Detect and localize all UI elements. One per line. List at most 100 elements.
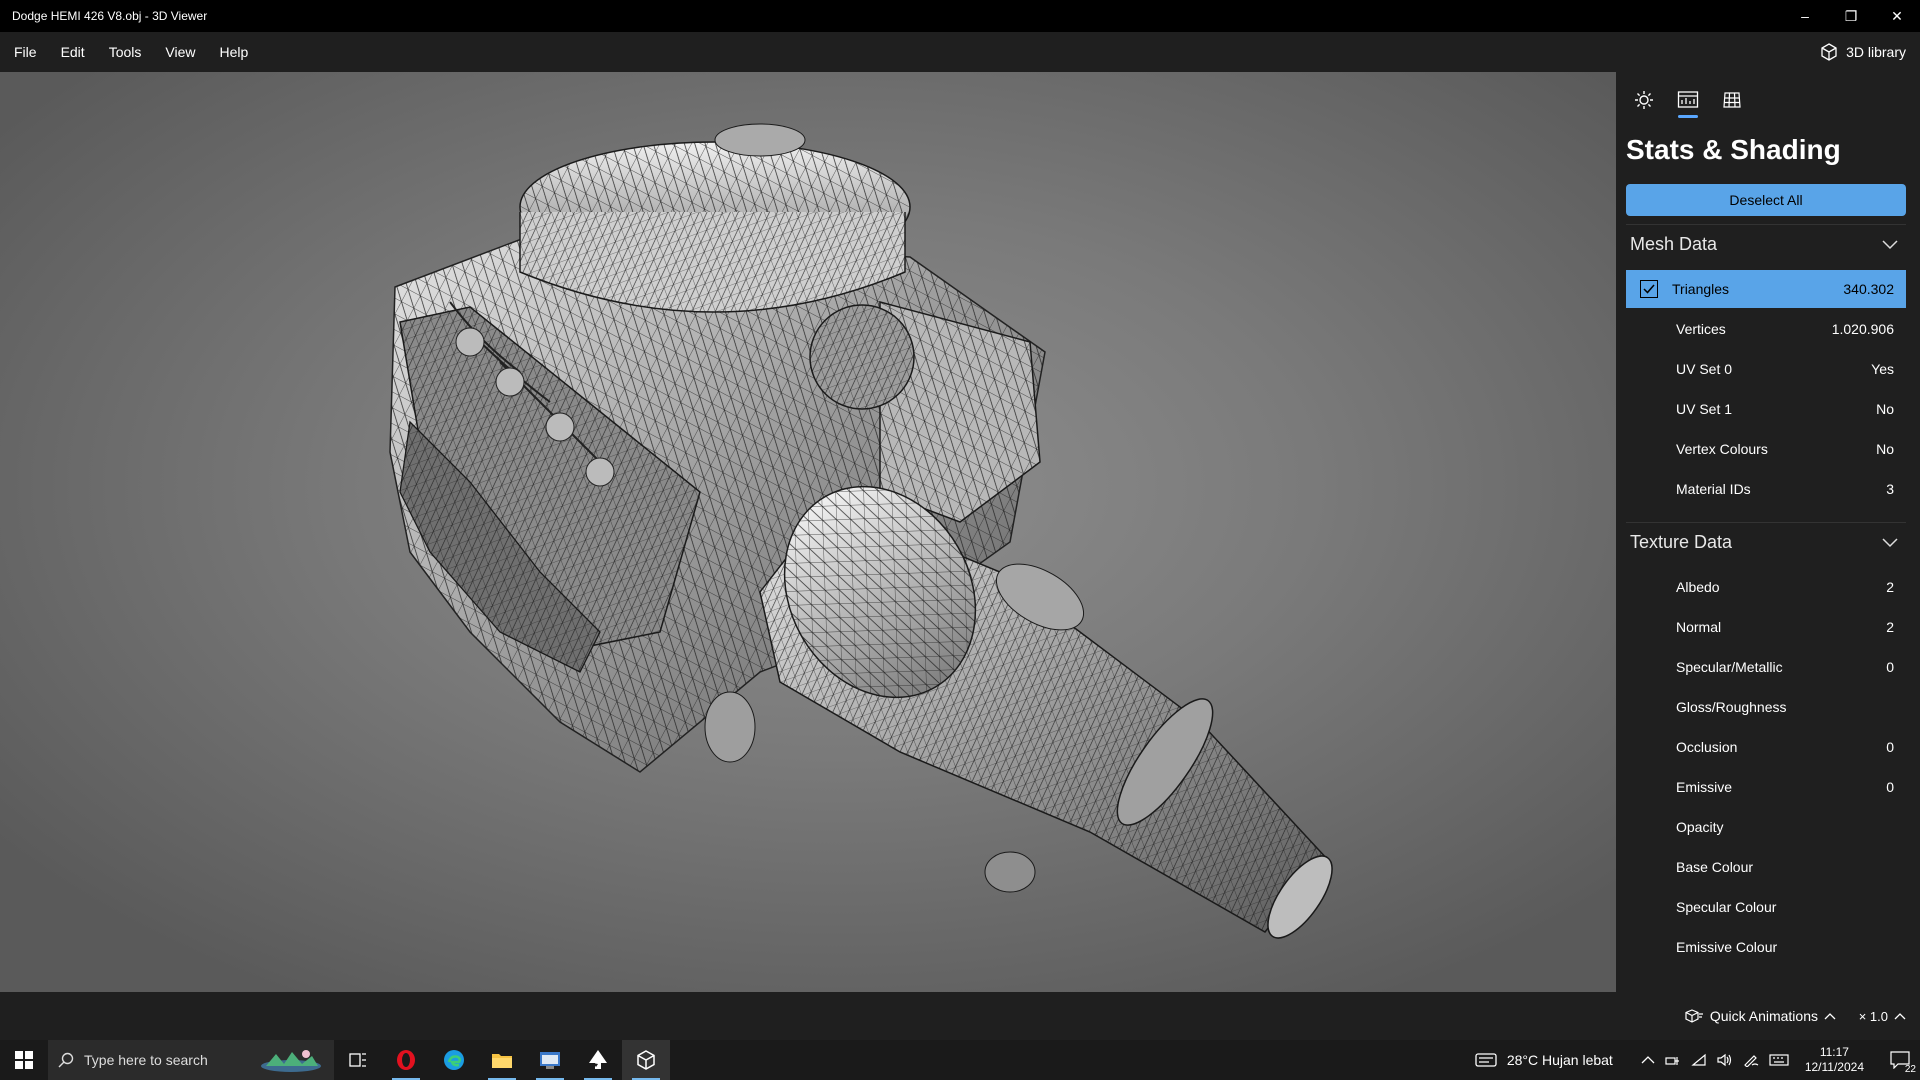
app-window-icon bbox=[540, 1052, 560, 1069]
taskbar: Type here to search 28°C Hujan lebat 11:… bbox=[0, 1040, 1920, 1080]
mesh-row-vertices[interactable]: Vertices 1.020.906 bbox=[1626, 310, 1906, 348]
playback-speed-button[interactable]: × 1.0 bbox=[1859, 992, 1906, 1040]
texture-row-albedo[interactable]: Albedo 2 bbox=[1626, 568, 1906, 606]
menu-help[interactable]: Help bbox=[207, 32, 260, 72]
opera-browser-button[interactable] bbox=[382, 1040, 430, 1080]
3d-viewer-taskbar-button[interactable] bbox=[622, 1040, 670, 1080]
checkbox-checked[interactable] bbox=[1640, 280, 1658, 298]
title-bar: Dodge HEMI 426 V8.obj - 3D Viewer – ❐ ✕ bbox=[0, 0, 1920, 32]
window-title: Dodge HEMI 426 V8.obj - 3D Viewer bbox=[12, 9, 208, 23]
row-name: UV Set 1 bbox=[1676, 401, 1733, 417]
system-tray: 28°C Hujan lebat 11:17 12/11/2024 22 bbox=[1475, 1040, 1920, 1080]
mesh-row-material-ids[interactable]: Material IDs 3 bbox=[1626, 470, 1906, 508]
quick-animations-label: Quick Animations bbox=[1709, 1008, 1818, 1024]
app-window-button[interactable] bbox=[526, 1040, 574, 1080]
start-button[interactable] bbox=[0, 1040, 48, 1080]
3d-library-button[interactable]: 3D library bbox=[1820, 32, 1906, 72]
menu-file[interactable]: File bbox=[0, 32, 49, 72]
texture-row-specular-metallic[interactable]: Specular/Metallic 0 bbox=[1626, 648, 1906, 686]
quick-animations-button[interactable]: Quick Animations bbox=[1684, 992, 1836, 1040]
stats-chart-icon bbox=[1677, 91, 1699, 108]
chevron-up-icon bbox=[1824, 1013, 1836, 1020]
row-name: Gloss/Roughness bbox=[1676, 699, 1787, 715]
texture-data-label: Texture Data bbox=[1630, 532, 1733, 552]
sun-icon bbox=[1635, 91, 1653, 109]
weather-icon bbox=[1475, 1053, 1497, 1067]
row-name: Emissive Colour bbox=[1676, 939, 1778, 955]
texture-row-gloss-roughness[interactable]: Gloss/Roughness bbox=[1626, 688, 1906, 726]
row-name: Opacity bbox=[1676, 819, 1724, 835]
grid-icon bbox=[1723, 92, 1741, 108]
row-name: Occlusion bbox=[1676, 739, 1738, 755]
row-name: Vertices bbox=[1676, 321, 1726, 337]
row-name: Vertex Colours bbox=[1676, 441, 1768, 457]
network-icon[interactable] bbox=[1665, 1053, 1681, 1067]
texture-row-base-colour[interactable]: Base Colour bbox=[1626, 848, 1906, 886]
texture-row-normal[interactable]: Normal 2 bbox=[1626, 608, 1906, 646]
row-value: 3 bbox=[1886, 481, 1894, 497]
minimize-button[interactable]: – bbox=[1782, 0, 1828, 32]
row-name: Albedo bbox=[1676, 579, 1720, 595]
mesh-row-triangles[interactable]: Triangles 340.302 bbox=[1626, 270, 1906, 308]
chevron-up-icon[interactable] bbox=[1641, 1055, 1655, 1065]
restore-button[interactable]: ❐ bbox=[1828, 0, 1874, 32]
stats-panel: Stats & Shading Deselect All Mesh Data T… bbox=[1616, 72, 1920, 992]
chevron-down-icon bbox=[1882, 537, 1898, 547]
deselect-all-button[interactable]: Deselect All bbox=[1626, 184, 1906, 216]
volume-icon[interactable] bbox=[1717, 1053, 1733, 1067]
tab-grid[interactable] bbox=[1714, 82, 1750, 118]
texture-row-emissive-colour[interactable]: Emissive Colour bbox=[1626, 928, 1906, 966]
row-name: Normal bbox=[1676, 619, 1722, 635]
texture-data-header[interactable]: Texture Data bbox=[1626, 522, 1906, 562]
notifications-button[interactable]: 22 bbox=[1880, 1040, 1920, 1080]
row-value: 2 bbox=[1886, 619, 1894, 635]
tab-lighting[interactable] bbox=[1626, 82, 1662, 118]
row-name: Emissive bbox=[1676, 779, 1733, 795]
task-view-button[interactable] bbox=[334, 1040, 382, 1080]
pen-icon[interactable] bbox=[1743, 1053, 1759, 1067]
row-value: No bbox=[1876, 401, 1894, 417]
inkscape-button[interactable] bbox=[574, 1040, 622, 1080]
search-placeholder: Type here to search bbox=[84, 1052, 208, 1068]
taskbar-clock[interactable]: 11:17 12/11/2024 bbox=[1799, 1045, 1870, 1075]
weather-text[interactable]: 28°C Hujan lebat bbox=[1507, 1052, 1613, 1068]
texture-row-occlusion[interactable]: Occlusion 0 bbox=[1626, 728, 1906, 766]
clock-date: 12/11/2024 bbox=[1804, 1060, 1864, 1074]
search-highlight-icon bbox=[261, 1050, 321, 1072]
keyboard-icon[interactable] bbox=[1769, 1053, 1789, 1067]
row-name: Specular Colour bbox=[1676, 899, 1777, 915]
notification-count: 22 bbox=[1904, 1064, 1916, 1075]
row-name: Triangles bbox=[1672, 281, 1730, 297]
row-value: 1.020.906 bbox=[1831, 321, 1894, 337]
row-value: 0 bbox=[1886, 739, 1894, 755]
menu-view[interactable]: View bbox=[153, 32, 207, 72]
row-value: 0 bbox=[1886, 659, 1894, 675]
row-value: Yes bbox=[1871, 361, 1894, 377]
mesh-row-uv-set-1[interactable]: UV Set 1 No bbox=[1626, 390, 1906, 428]
row-value: No bbox=[1876, 441, 1894, 457]
taskbar-search-box[interactable]: Type here to search bbox=[48, 1040, 334, 1080]
row-name: Base Colour bbox=[1676, 859, 1754, 875]
menu-edit[interactable]: Edit bbox=[49, 32, 97, 72]
task-view-icon bbox=[349, 1053, 366, 1067]
3d-viewport[interactable] bbox=[0, 72, 1616, 992]
menu-tools[interactable]: Tools bbox=[97, 32, 154, 72]
close-button[interactable]: ✕ bbox=[1874, 0, 1920, 32]
edge-browser-button[interactable] bbox=[430, 1040, 478, 1080]
texture-row-specular-colour[interactable]: Specular Colour bbox=[1626, 888, 1906, 926]
mesh-data-header[interactable]: Mesh Data bbox=[1626, 224, 1906, 264]
cube-icon bbox=[1821, 43, 1837, 61]
tab-stats[interactable] bbox=[1670, 82, 1706, 118]
texture-row-emissive[interactable]: Emissive 0 bbox=[1626, 768, 1906, 806]
mesh-row-uv-set-0[interactable]: UV Set 0 Yes bbox=[1626, 350, 1906, 388]
mesh-data-label: Mesh Data bbox=[1630, 234, 1718, 254]
row-name: UV Set 0 bbox=[1676, 361, 1733, 377]
animation-cube-icon bbox=[1685, 1009, 1703, 1023]
file-explorer-button[interactable] bbox=[478, 1040, 526, 1080]
app-status-bar: Quick Animations × 1.0 bbox=[0, 992, 1920, 1040]
mesh-row-vertex-colours[interactable]: Vertex Colours No bbox=[1626, 430, 1906, 468]
texture-row-opacity[interactable]: Opacity bbox=[1626, 808, 1906, 846]
3d-viewer-icon bbox=[637, 1050, 655, 1070]
engine-wireframe-model[interactable] bbox=[0, 72, 1616, 992]
wifi-icon[interactable] bbox=[1691, 1053, 1707, 1067]
